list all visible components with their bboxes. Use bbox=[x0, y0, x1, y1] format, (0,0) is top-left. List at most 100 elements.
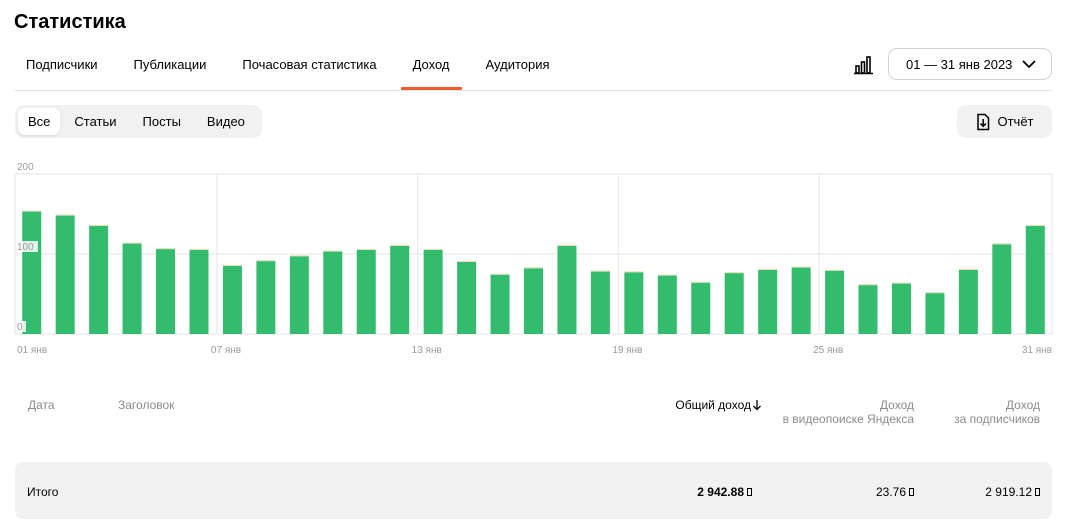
x-tick-label: 19 янв bbox=[612, 345, 642, 356]
total-income-value: 2 942.88 bbox=[697, 485, 744, 499]
tab-subscribers[interactable]: Подписчики bbox=[14, 48, 110, 91]
chart-bar-top-segment bbox=[925, 292, 945, 294]
chart-bar bbox=[1025, 226, 1045, 334]
chart-bar bbox=[122, 243, 142, 334]
chart-bar bbox=[390, 246, 410, 334]
chart-bar-top-segment bbox=[624, 271, 644, 273]
date-range-picker[interactable]: 01 — 31 янв 2023 bbox=[888, 48, 1052, 80]
income-bar-chart: 200 100 0 01 янв 07 янв 13 янв 19 янв 25 янв 31 … bbox=[14, 161, 1053, 356]
chart-bar-top-segment bbox=[891, 282, 911, 284]
column-subscriber-income[interactable]: Доход за подписчиков bbox=[954, 398, 1040, 426]
x-tick-label: 01 янв bbox=[17, 345, 47, 356]
chart-bar bbox=[524, 268, 543, 334]
tab-audience[interactable]: Аудитория bbox=[474, 48, 562, 91]
tab-publications[interactable]: Публикации bbox=[122, 48, 219, 91]
total-row-label: Итого bbox=[27, 485, 59, 499]
total-row-total-income: 2 942.88 bbox=[697, 485, 752, 499]
chart-bar-top-segment bbox=[490, 273, 510, 275]
chart-bar bbox=[958, 270, 978, 334]
chart-bar-top-segment bbox=[256, 260, 276, 262]
column-subscriber-income-line2: за подписчиков bbox=[954, 412, 1040, 426]
content-type-filter: Все Статьи Посты Видео bbox=[15, 105, 262, 138]
chart-bar-top-segment bbox=[122, 242, 142, 244]
chart-bar bbox=[825, 270, 845, 334]
ruble-icon bbox=[747, 488, 752, 496]
chart-bar-top-segment bbox=[858, 284, 878, 286]
chart-bar-top-segment bbox=[791, 266, 811, 268]
tab-bar: Подписчики Публикации Почасовая статисти… bbox=[14, 48, 574, 91]
column-video-search-income-line1: Доход bbox=[879, 398, 914, 412]
video-income-value: 23.76 bbox=[875, 485, 906, 499]
filter-all[interactable]: Все bbox=[18, 108, 61, 135]
chart-bar-top-segment bbox=[423, 248, 443, 250]
chart-type-button[interactable] bbox=[852, 54, 876, 76]
chart-bar bbox=[356, 250, 376, 334]
chart-bar bbox=[590, 271, 610, 334]
chart-bar bbox=[156, 249, 176, 334]
chart-bar bbox=[624, 272, 644, 334]
chart-bar-top-segment bbox=[590, 270, 610, 272]
chart-bar bbox=[222, 266, 242, 334]
column-video-search-income-line2: в видеопоиске Яндекса bbox=[782, 412, 914, 426]
column-title[interactable]: Заголовок bbox=[118, 398, 174, 412]
chart-bar bbox=[457, 262, 477, 334]
report-button[interactable]: Отчёт bbox=[957, 105, 1052, 138]
chart-bar bbox=[89, 226, 109, 334]
page-title: Статистика bbox=[14, 11, 126, 33]
chart-bar-top-segment bbox=[55, 214, 75, 216]
chart-bars bbox=[22, 210, 1045, 334]
total-row: Итого 2 942.88 23.76 2 919.12 bbox=[15, 462, 1052, 519]
column-total-income-label: Общий доход bbox=[675, 398, 751, 412]
chart-bar-top-segment bbox=[524, 267, 543, 269]
chart-bar-top-segment bbox=[724, 272, 744, 274]
chart-bar-top-segment bbox=[189, 248, 209, 250]
chart-bar-top-segment bbox=[222, 264, 242, 266]
x-tick-label: 13 янв bbox=[412, 345, 442, 356]
chart-bar-top-segment bbox=[289, 255, 309, 257]
chevron-down-icon bbox=[1022, 60, 1036, 69]
chart-bar bbox=[323, 251, 343, 334]
chart-bar-top-segment bbox=[390, 244, 410, 246]
column-video-search-income[interactable]: Доход в видеопоиске Яндекса bbox=[783, 398, 914, 426]
file-export-icon bbox=[977, 113, 990, 130]
filter-posts[interactable]: Посты bbox=[131, 108, 193, 135]
column-total-income[interactable]: Общий доход bbox=[675, 398, 762, 412]
table-header: Дата Заголовок Общий доход Доход в видео… bbox=[14, 398, 1052, 438]
total-row-video-income: 23.76 bbox=[876, 485, 914, 499]
column-date[interactable]: Дата bbox=[28, 398, 55, 412]
tabs-divider bbox=[14, 90, 1052, 91]
total-row-subscriber-income: 2 919.12 bbox=[985, 485, 1040, 499]
chart-bar bbox=[189, 250, 209, 334]
subscriber-income-value: 2 919.12 bbox=[985, 485, 1032, 499]
tab-income[interactable]: Доход bbox=[400, 48, 462, 91]
chart-bar-top-segment bbox=[958, 268, 978, 270]
chart-bar bbox=[423, 250, 443, 334]
tab-hourly-stats[interactable]: Почасовая статистика bbox=[230, 48, 388, 91]
x-tick-label: 07 янв bbox=[211, 345, 241, 356]
arrow-down-icon bbox=[753, 400, 761, 411]
chart-bar bbox=[691, 282, 711, 334]
chart-bar bbox=[858, 285, 878, 334]
chart-bar bbox=[758, 270, 778, 334]
filter-video[interactable]: Видео bbox=[195, 108, 257, 135]
chart-bar-top-segment bbox=[22, 210, 42, 212]
date-range-label: 01 — 31 янв 2023 bbox=[906, 56, 1013, 72]
chart-bar-top-segment bbox=[758, 268, 778, 270]
chart-bar-top-segment bbox=[657, 274, 677, 276]
filter-articles[interactable]: Статьи bbox=[62, 108, 128, 135]
chart-bar-top-segment bbox=[557, 244, 577, 246]
y-tick-label: 100 bbox=[17, 242, 34, 253]
chart-bar-top-segment bbox=[1025, 224, 1045, 226]
chart-bar bbox=[891, 283, 911, 334]
chart-bar bbox=[557, 246, 577, 334]
chart-bar bbox=[55, 215, 75, 334]
chart-bar-top-segment bbox=[356, 248, 376, 250]
y-tick-label: 0 bbox=[17, 322, 23, 333]
chart-bar-top-segment bbox=[992, 243, 1012, 245]
x-tick-label: 25 янв bbox=[813, 345, 843, 356]
x-tick-label: 31 янв bbox=[1022, 345, 1052, 356]
chart-bar-top-segment bbox=[156, 248, 176, 250]
column-subscriber-income-line1: Доход bbox=[1005, 398, 1040, 412]
chart-bar-top-segment bbox=[323, 250, 343, 252]
ruble-icon bbox=[909, 488, 914, 496]
